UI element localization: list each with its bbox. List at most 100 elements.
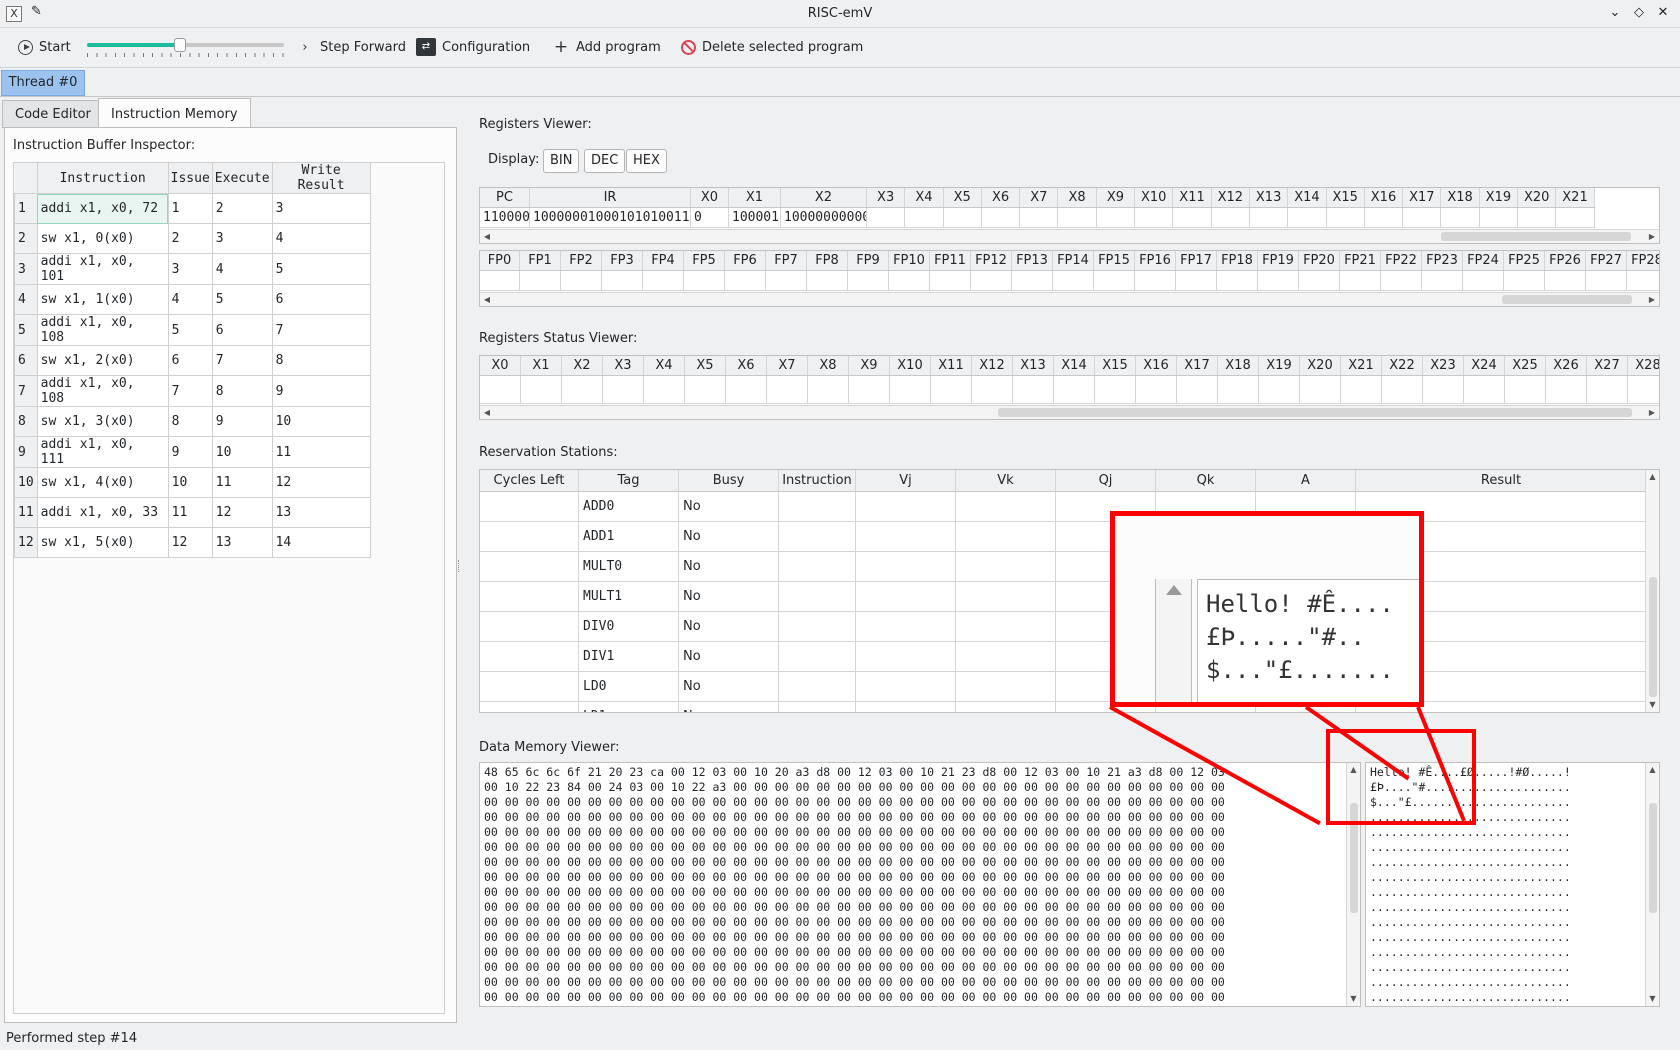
col-x1[interactable]: X1 — [521, 356, 562, 375]
status-cell-x7[interactable] — [767, 376, 808, 404]
register-value-fp2[interactable] — [561, 271, 602, 290]
slider-handle[interactable] — [173, 38, 186, 52]
status-cell-x27[interactable] — [1587, 376, 1628, 404]
table-cell[interactable] — [480, 612, 579, 641]
minimize-icon[interactable]: ⌄ — [1606, 4, 1624, 22]
status-cell-x12[interactable] — [972, 376, 1013, 404]
table-cell[interactable] — [956, 492, 1056, 521]
col-fp10[interactable]: FP10 — [889, 251, 930, 270]
table-cell[interactable]: addi x1, x0, 108 — [36, 314, 169, 346]
col-x3[interactable]: X3 — [867, 188, 906, 207]
status-cell-x26[interactable] — [1546, 376, 1587, 404]
status-cell-x24[interactable] — [1464, 376, 1505, 404]
col-fp23[interactable]: FP23 — [1422, 251, 1463, 270]
col-vk[interactable]: Vk — [956, 470, 1056, 491]
display-bin-button[interactable]: BIN — [543, 149, 580, 173]
col-x10[interactable]: X10 — [1135, 188, 1174, 207]
table-cell[interactable] — [856, 522, 956, 551]
table-cell[interactable] — [956, 582, 1056, 611]
pane-splitter[interactable] — [458, 560, 461, 572]
register-value-x19[interactable] — [1480, 208, 1519, 227]
step-forward-button[interactable]: › Step Forward — [296, 36, 406, 58]
scroll-right-icon[interactable]: ▶ — [1646, 406, 1658, 419]
register-value-fp17[interactable] — [1176, 271, 1217, 290]
register-value-fp21[interactable] — [1340, 271, 1381, 290]
memory-ascii-scrollbar[interactable]: ▲ ▼ — [1645, 763, 1659, 1006]
register-value-x20[interactable] — [1518, 208, 1557, 227]
status-cell-x11[interactable] — [931, 376, 972, 404]
register-value-x5[interactable] — [944, 208, 982, 227]
col-write-result[interactable]: Write Result — [272, 163, 371, 194]
table-row[interactable]: LD0 No — [480, 672, 1647, 702]
register-value-fp10[interactable] — [889, 271, 930, 290]
table-cell[interactable] — [480, 642, 579, 671]
reservation-scrollbar[interactable]: ▲ ▼ — [1645, 470, 1659, 712]
table-cell[interactable] — [956, 552, 1056, 581]
table-cell[interactable]: 11 — [271, 436, 371, 468]
col-x13[interactable]: X13 — [1013, 356, 1054, 375]
table-cell[interactable]: ADD1 — [579, 522, 679, 551]
col-x17[interactable]: X17 — [1403, 188, 1442, 207]
col-fp24[interactable]: FP24 — [1463, 251, 1504, 270]
table-cell[interactable]: MULT0 — [579, 552, 679, 581]
table-cell[interactable]: sw x1, 2(x0) — [36, 345, 169, 376]
col-fp17[interactable]: FP17 — [1176, 251, 1217, 270]
register-value-fp18[interactable] — [1217, 271, 1258, 290]
col-x11[interactable]: X11 — [1173, 188, 1212, 207]
register-value-fp20[interactable] — [1299, 271, 1340, 290]
col-fp15[interactable]: FP15 — [1094, 251, 1135, 270]
table-row[interactable]: MULT1 No — [480, 582, 1647, 612]
col-x9[interactable]: X9 — [849, 356, 890, 375]
table-cell[interactable]: 5 — [211, 284, 273, 315]
table-cell[interactable]: 8 — [211, 375, 273, 407]
table-cell[interactable]: addi x1, x0, 111 — [36, 436, 169, 468]
register-value-fp26[interactable] — [1545, 271, 1586, 290]
tab-thread-0[interactable]: Thread #0 — [1, 70, 85, 96]
table-cell[interactable]: No — [679, 582, 779, 611]
register-value-x12[interactable] — [1212, 208, 1250, 227]
add-program-button[interactable]: + Add program — [552, 36, 661, 58]
table-cell[interactable]: 9 — [271, 375, 371, 407]
scroll-up-icon[interactable]: ▲ — [1646, 764, 1659, 776]
delete-program-button[interactable]: Delete selected program — [681, 36, 863, 58]
status-cell-x22[interactable] — [1382, 376, 1423, 404]
col-x6[interactable]: X6 — [982, 188, 1021, 207]
register-value-x15[interactable] — [1327, 208, 1365, 227]
register-value-fp11[interactable] — [930, 271, 971, 290]
col-x28[interactable]: X28 — [1628, 356, 1659, 375]
col-fp21[interactable]: FP21 — [1340, 251, 1381, 270]
register-value-fp1[interactable] — [520, 271, 561, 290]
status-cell-x10[interactable] — [890, 376, 931, 404]
col-x15[interactable]: X15 — [1095, 356, 1136, 375]
table-row[interactable]: 11 addi x1, x0, 33 11 12 13 — [14, 497, 371, 528]
register-value-fp19[interactable] — [1258, 271, 1299, 290]
scroll-up-icon[interactable]: ▲ — [1646, 471, 1659, 483]
register-value-x2[interactable]: 10000000000 — [781, 208, 867, 227]
table-row[interactable]: 2 sw x1, 0(x0) 2 3 4 — [14, 223, 371, 254]
register-value-fp6[interactable] — [725, 271, 766, 290]
status-cell-x4[interactable] — [644, 376, 685, 404]
register-value-fp24[interactable] — [1463, 271, 1504, 290]
register-value-x17[interactable] — [1403, 208, 1442, 227]
table-cell[interactable] — [779, 582, 856, 611]
table-cell[interactable]: 3 — [211, 223, 273, 254]
register-value-x7[interactable] — [1020, 208, 1059, 227]
table-cell[interactable]: 6 — [167, 345, 213, 376]
col-busy[interactable]: Busy — [679, 470, 779, 491]
register-value-fp28[interactable] — [1627, 271, 1659, 290]
table-row[interactable]: 4 sw x1, 1(x0) 4 5 6 — [14, 284, 371, 315]
register-value-x1[interactable]: 100001 — [729, 208, 781, 227]
col-fp27[interactable]: FP27 — [1586, 251, 1627, 270]
tab-instruction-memory[interactable]: Instruction Memory — [98, 98, 251, 128]
table-cell[interactable]: No — [679, 702, 779, 712]
col-fp4[interactable]: FP4 — [643, 251, 684, 270]
scroll-thumb[interactable] — [1649, 577, 1657, 697]
status-cell-x19[interactable] — [1259, 376, 1300, 404]
col-qk[interactable]: Qk — [1156, 470, 1256, 491]
table-cell[interactable]: addi x1, x0, 72 — [36, 193, 169, 224]
col-qj[interactable]: Qj — [1056, 470, 1156, 491]
col-x1[interactable]: X1 — [729, 188, 781, 207]
scroll-thumb[interactable] — [1502, 295, 1632, 304]
col-x23[interactable]: X23 — [1423, 356, 1464, 375]
table-cell[interactable] — [480, 582, 579, 611]
